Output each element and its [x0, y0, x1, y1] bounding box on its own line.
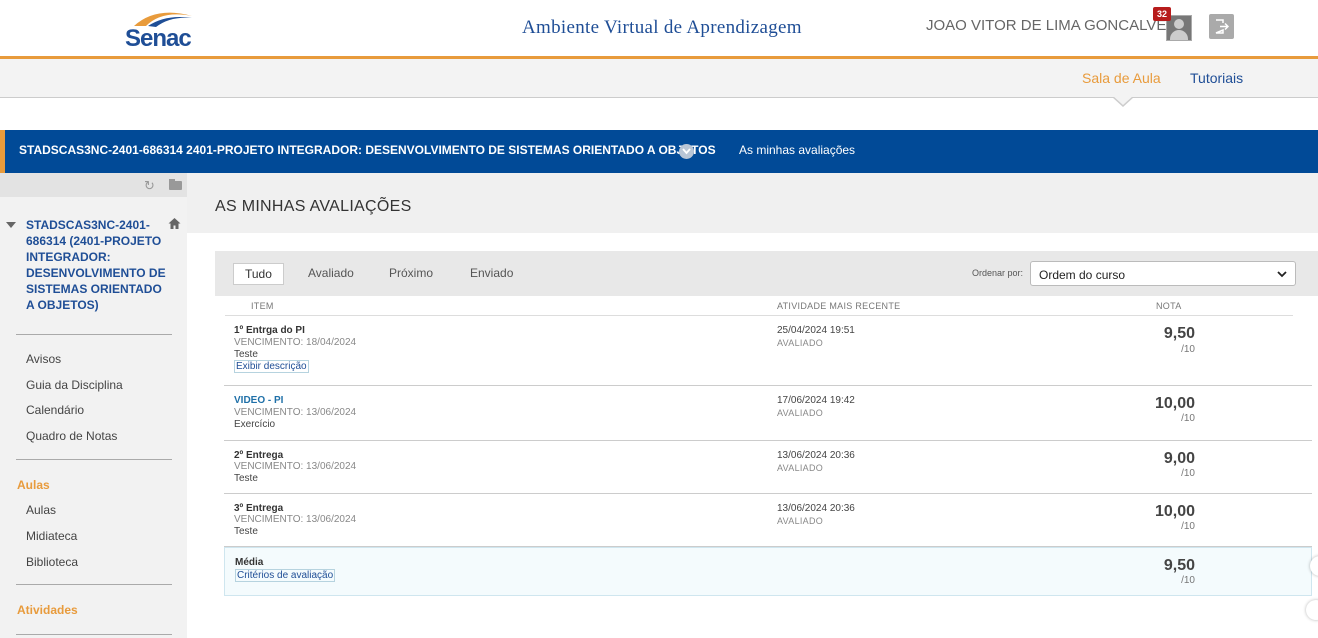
- logout-button[interactable]: [1209, 14, 1234, 39]
- sidebar-section-aulas: Aulas: [17, 478, 50, 492]
- sidebar-item-biblioteca[interactable]: Biblioteca: [26, 555, 78, 569]
- course-menu-toggle[interactable]: [679, 144, 694, 159]
- filter-bar: Tudo Avaliado Próximo Enviado Ordenar po…: [215, 251, 1318, 296]
- site-title: Ambiente Virtual de Aprendizagem: [522, 17, 802, 38]
- sidebar-section-atividades: Atividades: [17, 603, 78, 617]
- column-header-grade: NOTA: [1156, 301, 1182, 311]
- tab-tudo[interactable]: Tudo: [233, 263, 284, 285]
- sidebar-item-calendario[interactable]: Calendário: [26, 403, 84, 417]
- row-due-date: VENCIMENTO: 13/06/2024: [234, 407, 357, 418]
- show-description-link[interactable]: Exibir descrição: [234, 360, 309, 373]
- average-grade: 9,50: [1163, 557, 1195, 574]
- sidebar-item-aulas[interactable]: Aulas: [26, 503, 56, 517]
- sidebar-course-title[interactable]: STADSCAS3NC-2401-686314 (2401-PROJETO IN…: [26, 217, 171, 313]
- column-header-activity: ATIVIDADE MAIS RECENTE: [777, 301, 901, 311]
- sort-label: Ordenar por:: [972, 268, 1024, 278]
- refresh-icon[interactable]: ↻: [144, 178, 155, 194]
- nav-tutoriais[interactable]: Tutoriais: [1190, 70, 1243, 86]
- collapse-triangle-icon[interactable]: [6, 222, 16, 228]
- sidebar-item-quadro-de-notas[interactable]: Quadro de Notas: [26, 429, 117, 443]
- tab-avaliado[interactable]: Avaliado: [308, 263, 354, 283]
- row-activity-date: 13/06/2024 20:36: [777, 450, 855, 461]
- table-row[interactable]: 2º Entrega VENCIMENTO: 13/06/2024 Teste …: [224, 441, 1312, 494]
- row-grade-max: /10: [1181, 521, 1195, 532]
- row-grade-max: /10: [1181, 344, 1195, 355]
- sidebar-toolbar: ↻: [0, 173, 187, 197]
- row-grade-max: /10: [1181, 468, 1195, 479]
- sidebar-divider: [16, 584, 172, 585]
- row-title[interactable]: 3º Entrega: [234, 503, 283, 514]
- breadcrumb: As minhas avaliações: [739, 143, 856, 157]
- sidebar-item-guia-da-disciplina[interactable]: Guia da Disciplina: [26, 378, 123, 392]
- row-title[interactable]: VIDEO - PI: [234, 395, 283, 406]
- table-row[interactable]: 3º Entrega VENCIMENTO: 13/06/2024 Teste …: [224, 494, 1312, 547]
- row-grade: 10,00: [1154, 395, 1195, 412]
- senac-logo[interactable]: Senac: [120, 6, 200, 52]
- row-category: Exercício: [234, 419, 276, 430]
- folder-icon[interactable]: [169, 179, 182, 190]
- floating-action-button[interactable]: [1306, 600, 1318, 620]
- course-bar: STADSCAS3NC-2401-686314 2401-PROJETO INT…: [0, 130, 1318, 173]
- row-status: AVALIADO: [777, 338, 824, 348]
- secondary-nav: Sala de Aula Tutoriais: [0, 59, 1318, 98]
- row-status: AVALIADO: [777, 463, 824, 473]
- row-due-date: VENCIMENTO: 13/06/2024: [234, 514, 357, 525]
- row-grade: 10,00: [1154, 503, 1195, 520]
- average-grade-max: /10: [1181, 575, 1195, 586]
- row-category: Teste: [234, 526, 258, 537]
- nav-sala-de-aula[interactable]: Sala de Aula: [1082, 70, 1161, 86]
- row-title[interactable]: 2º Entrega: [234, 450, 283, 461]
- main-content: AS MINHAS AVALIAÇÕES Tudo Avaliado Próxi…: [187, 173, 1318, 638]
- sort-select-value: Ordem do curso: [1039, 268, 1126, 282]
- user-name[interactable]: JOAO VITOR DE LIMA GONCALVES: [926, 17, 1176, 34]
- row-activity-date: 13/06/2024 20:36: [777, 503, 855, 514]
- grading-criteria-link[interactable]: Critérios de avaliação: [235, 569, 336, 582]
- row-grade: 9,00: [1163, 450, 1195, 467]
- page-title: AS MINHAS AVALIAÇÕES: [215, 198, 412, 215]
- notification-badge[interactable]: 32: [1153, 7, 1171, 21]
- table-row[interactable]: VIDEO - PI VENCIMENTO: 13/06/2024 Exercí…: [224, 386, 1312, 441]
- row-status: AVALIADO: [777, 408, 824, 418]
- row-activity-date: 25/04/2024 19:51: [777, 325, 855, 336]
- course-title[interactable]: STADSCAS3NC-2401-686314 2401-PROJETO INT…: [19, 143, 716, 157]
- table-row[interactable]: 1º Entrga do PI VENCIMENTO: 18/04/2024 T…: [224, 316, 1312, 386]
- row-grade-max: /10: [1181, 413, 1195, 424]
- sidebar-divider: [16, 634, 172, 635]
- sort-select[interactable]: Ordem do curso: [1030, 261, 1296, 286]
- row-activity-date: 17/06/2024 19:42: [777, 395, 855, 406]
- column-header-item: ITEM: [251, 301, 274, 311]
- sidebar-divider: [16, 334, 172, 335]
- row-status: AVALIADO: [777, 516, 824, 526]
- sidebar-item-avisos[interactable]: Avisos: [26, 352, 61, 366]
- logout-icon: [1215, 19, 1229, 34]
- average-title: Média: [235, 557, 264, 568]
- row-category: Teste: [234, 349, 258, 360]
- row-due-date: VENCIMENTO: 18/04/2024: [234, 337, 357, 348]
- chevron-down-icon: [1277, 271, 1287, 278]
- row-grade: 9,50: [1163, 325, 1195, 342]
- top-header: Senac Ambiente Virtual de Aprendizagem J…: [0, 0, 1318, 59]
- page-header: AS MINHAS AVALIAÇÕES: [187, 173, 1318, 233]
- home-icon[interactable]: [168, 217, 181, 230]
- logo-text: Senac: [125, 25, 192, 52]
- row-due-date: VENCIMENTO: 13/06/2024: [234, 461, 357, 472]
- chevron-down-icon: [682, 148, 691, 155]
- average-row: Média Critérios de avaliação 9,50 /10: [224, 547, 1312, 596]
- tab-proximo[interactable]: Próximo: [389, 263, 433, 283]
- row-title[interactable]: 1º Entrga do PI: [234, 325, 305, 336]
- sidebar: ↻ STADSCAS3NC-2401-686314 (2401-PROJETO …: [0, 173, 187, 638]
- sidebar-divider: [16, 459, 172, 460]
- row-category: Teste: [234, 473, 258, 484]
- tab-enviado[interactable]: Enviado: [470, 263, 513, 283]
- sidebar-item-midiateca[interactable]: Midiateca: [26, 529, 77, 543]
